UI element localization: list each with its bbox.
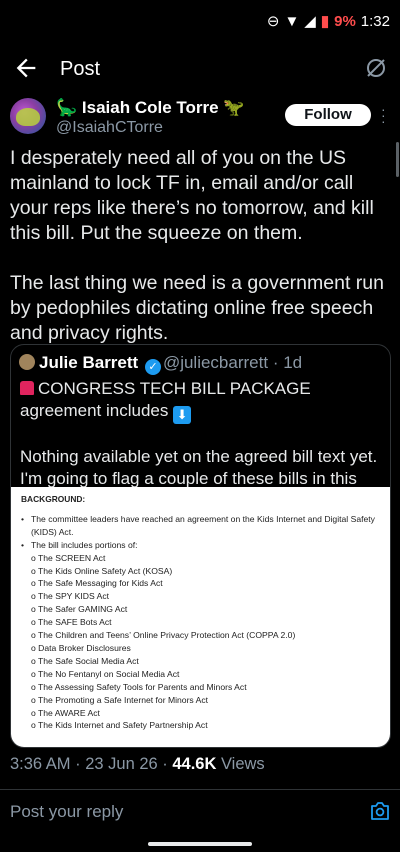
quoted-author-avatar [19,354,35,370]
reply-input[interactable] [10,802,350,822]
image-act-item: The SCREEN Act [21,552,382,565]
image-act-item: The AWARE Act [21,707,382,720]
image-heading: BACKGROUND: [21,494,86,504]
page-title: Post [60,58,101,80]
verified-badge-icon: ✓ [144,359,161,375]
post-paragraph-2: The last thing we need is a government r… [10,272,384,344]
image-act-item: The Kids Online Safety Act (KOSA) [21,565,382,578]
post-paragraph-1: I desperately need all of you on the US … [10,147,374,244]
image-bullet: The bill includes portions of: [21,539,382,552]
author-name-row[interactable]: 🦕 Isaiah Cole Torre 🦖 [56,98,245,118]
quoted-post[interactable]: Julie Barrett ✓ @juliecbarrett · 1d CONGR… [10,344,391,748]
views-count[interactable]: 44.6K [172,755,216,773]
quoted-post-header: Julie Barrett ✓ @juliecbarrett · 1d [19,353,302,375]
image-act-item: The SPY KIDS Act [21,590,382,603]
image-act-item: The Assessing Safety Tools for Parents a… [21,681,382,694]
home-indicator[interactable] [148,842,252,846]
status-icons: ⊖ ▼ ◢ ▮ 9% 1:32 [266,12,390,31]
author-avatar[interactable] [10,98,46,134]
battery-icon: ▮ [320,13,330,30]
image-act-item: Data Broker Disclosures [21,642,382,655]
post-timestamp: 3:36 AM · 23 Jun 26 · [10,755,173,773]
image-act-item: The No Fentanyl on Social Media Act [21,668,382,681]
clock: 1:32 [360,12,390,30]
post-meta: 3:36 AM · 23 Jun 26 · 44.6K Views [10,755,265,774]
views-label: Views [216,755,265,773]
top-bar: Post [0,48,400,92]
back-arrow-icon[interactable] [12,54,40,82]
quoted-image[interactable]: BACKGROUND: The committee leaders have r… [11,487,390,747]
t-rex-emoji-icon: 🦖 [223,98,245,117]
wifi-icon: ▼ [284,12,300,30]
grok-icon[interactable] [364,56,388,80]
signal-icon: ◢ [304,13,316,30]
author-handle[interactable]: @IsaiahCTorre [56,119,163,137]
image-act-item: The Safe Social Media Act [21,655,382,668]
dnd-icon: ⊖ [266,13,280,30]
camera-icon[interactable] [370,802,390,820]
quoted-author-handle: @juliecbarrett [162,353,269,372]
image-act-item: The Safer GAMING Act [21,603,382,616]
image-act-item: The Safe Messaging for Kids Act [21,577,382,590]
image-act-item: The Kids Internet and Safety Partnership… [21,719,382,732]
divider [0,789,400,790]
image-bullet: The committee leaders have reached an ag… [21,513,382,539]
image-act-item: The Children and Teens’ Online Privacy P… [21,629,382,642]
follow-button[interactable]: Follow [285,104,371,126]
dinosaur-emoji-icon: 🦕 [56,98,78,117]
siren-emoji-icon [20,381,34,395]
author-name: Isaiah Cole Torre [81,98,219,117]
down-arrow-emoji-icon: ⬇ [173,406,192,424]
image-act-item: The Promoting a Safe Internet for Minors… [21,694,382,707]
scrollbar-thumb[interactable] [396,142,399,177]
battery-percent: 9% [334,12,356,30]
quoted-line-1: CONGRESS TECH BILL PACKAGE agreement inc… [20,379,311,420]
more-options-icon[interactable]: · · · [381,102,386,128]
image-act-item: The SAFE Bots Act [21,616,382,629]
quoted-post-age: · 1d [272,353,303,372]
post-text: I desperately need all of you on the US … [10,146,395,371]
quoted-author-name: Julie Barrett [39,353,139,372]
status-bar: ⊖ ▼ ◢ ▮ 9% 1:32 [0,0,400,44]
